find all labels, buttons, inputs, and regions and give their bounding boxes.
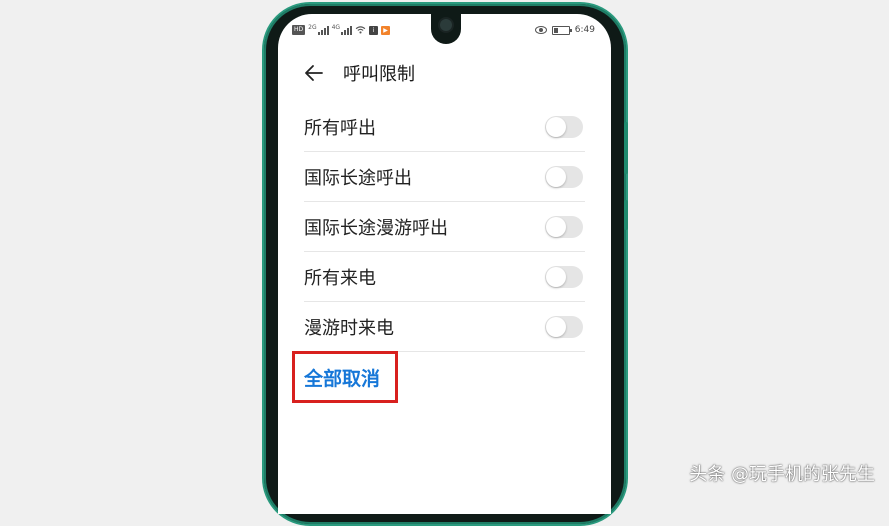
front-camera-icon: [440, 19, 452, 31]
signal-icon: [317, 25, 329, 35]
call-barring-list: 所有呼出 国际长途呼出 国际长途漫游呼出 所有来电 漫游时来电: [304, 102, 585, 352]
wifi-icon: [355, 26, 366, 34]
network-type-1: 2G: [308, 23, 317, 31]
signal-icon-2: [341, 25, 353, 35]
status-bar-left: HD 2G 4G i ▶: [292, 23, 391, 36]
status-time: 6:49: [574, 25, 595, 35]
all-outgoing-toggle[interactable]: [545, 115, 583, 138]
international-outgoing-toggle[interactable]: [545, 165, 583, 188]
roaming-incoming-toggle[interactable]: [545, 315, 583, 338]
international-roaming-outgoing-toggle[interactable]: [545, 215, 583, 238]
watermark: 头条 @玩手机的张先生: [689, 464, 875, 485]
setting-row-all-outgoing[interactable]: 所有呼出: [304, 102, 585, 152]
setting-label: 国际长途呼出: [304, 167, 412, 189]
setting-label: 所有来电: [304, 267, 376, 289]
status-bar-right: 6:49: [534, 24, 595, 36]
volume-button: [624, 122, 628, 174]
page-title: 呼叫限制: [343, 64, 415, 85]
setting-row-international-roaming-outgoing[interactable]: 国际长途漫游呼出: [304, 202, 585, 252]
notification-play-icon: ▶: [381, 25, 391, 35]
notification-app-icon: i: [369, 25, 379, 35]
phone-screen: HD 2G 4G i ▶ 6:49 呼叫限制 所有呼出 国际长途呼出 国际长途漫…: [278, 14, 611, 514]
battery-icon: [551, 25, 572, 35]
setting-label: 漫游时来电: [304, 317, 394, 339]
cancel-all-button[interactable]: 全部取消: [292, 351, 398, 403]
eye-comfort-icon: [534, 26, 547, 34]
notch: [431, 14, 461, 44]
setting-row-roaming-incoming[interactable]: 漫游时来电: [304, 302, 585, 352]
page-header: 呼叫限制: [302, 60, 415, 86]
back-arrow-icon[interactable]: [302, 61, 326, 85]
power-button: [624, 200, 628, 230]
network-type-2: 4G: [331, 23, 341, 31]
hd-voice-icon: HD: [292, 25, 306, 35]
all-incoming-toggle[interactable]: [545, 265, 583, 288]
battery-level: [553, 27, 558, 33]
setting-row-all-incoming[interactable]: 所有来电: [304, 252, 585, 302]
setting-label: 所有呼出: [304, 117, 376, 139]
setting-label: 国际长途漫游呼出: [304, 217, 448, 239]
setting-row-international-outgoing[interactable]: 国际长途呼出: [304, 152, 585, 202]
